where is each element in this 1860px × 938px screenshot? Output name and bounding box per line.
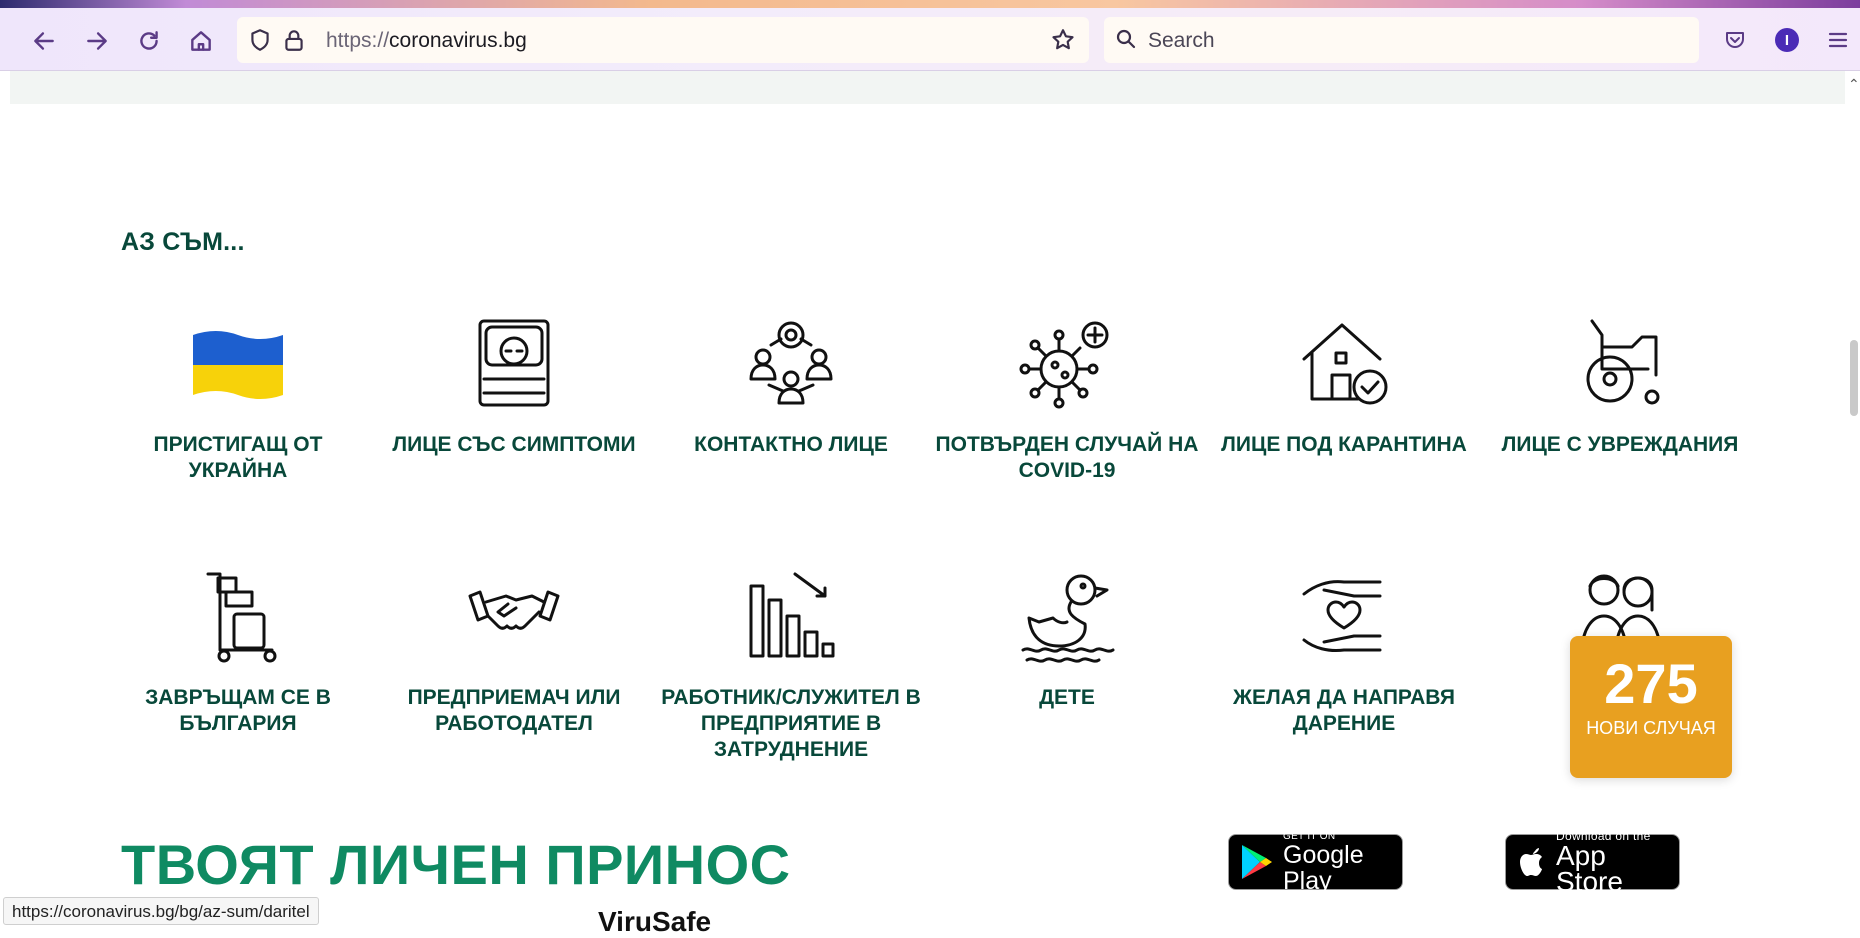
ukraine-flag-icon	[183, 308, 293, 418]
card-person-with-disabilities[interactable]: ЛИЦЕ С УВРЕЖДАНИЯ	[1485, 308, 1755, 458]
shield-icon[interactable]	[247, 27, 273, 53]
menu-icon[interactable]	[1822, 24, 1854, 56]
house-check-icon	[1289, 308, 1399, 418]
contact-network-icon	[736, 308, 846, 418]
google-play-small-text: GET IT ON	[1283, 830, 1336, 842]
sick-person-bed-icon	[459, 308, 569, 418]
apple-icon	[1518, 844, 1548, 880]
card-make-donation[interactable]: ЖЕЛАЯ ДА НАПРАВЯ ДАРЕНИЕ	[1209, 561, 1479, 737]
scrollbar-thumb[interactable]	[1850, 340, 1858, 416]
google-play-badge[interactable]: GET IT ON Google Play	[1228, 830, 1403, 894]
declining-chart-icon	[736, 561, 846, 671]
search-bar[interactable]: Search	[1104, 17, 1699, 63]
search-placeholder: Search	[1148, 29, 1215, 52]
reload-icon[interactable]	[132, 24, 166, 58]
card-label: ЗАВРЪЩАМ СЕ В БЪЛГАРИЯ	[145, 686, 331, 735]
app-store-badge[interactable]: Download on the App Store	[1505, 829, 1680, 896]
card-employee-in-distress[interactable]: РАБОТНИК/СЛУЖИТЕЛ В ПРЕДПРИЯТИЕ В ЗАТРУД…	[656, 561, 926, 763]
bookmark-star-icon[interactable]	[1050, 27, 1076, 53]
card-label: ПОТВЪРДЕН СЛУЧАЙ НА COVID-19	[935, 433, 1199, 482]
pocket-icon[interactable]	[1719, 24, 1751, 56]
google-play-icon	[1239, 843, 1273, 881]
handshake-icon	[459, 561, 569, 671]
profile-avatar[interactable]: I	[1771, 24, 1803, 56]
forward-icon[interactable]	[80, 24, 114, 58]
card-label: ЛИЦЕ С УВРЕЖДАНИЯ	[1501, 433, 1739, 456]
lock-icon[interactable]	[281, 27, 307, 53]
new-cases-widget[interactable]: 275 НОВИ СЛУЧАЯ	[1570, 636, 1732, 778]
scroll-up-icon[interactable]: ⌃	[1848, 76, 1860, 93]
virus-icon	[1012, 308, 1122, 418]
card-label: ДЕТЕ	[1039, 686, 1095, 709]
home-icon[interactable]	[184, 24, 218, 58]
wheelchair-icon	[1565, 308, 1675, 418]
card-returning-to-bulgaria[interactable]: ЗАВРЪЩАМ СЕ В БЪЛГАРИЯ	[103, 561, 373, 737]
url-bar[interactable]: https://coronavirus.bg	[237, 17, 1089, 63]
donation-hands-icon	[1289, 561, 1399, 671]
search-icon	[1114, 27, 1140, 53]
card-label: ЛИЦЕ СЪС СИМПТОМИ	[392, 433, 636, 456]
browser-toolbar: https://coronavirus.bg Search I	[0, 0, 1860, 71]
profile-initial: I	[1775, 28, 1799, 52]
cutoff-heading: ViruSafe	[598, 906, 712, 937]
card-entrepreneur-or-employer[interactable]: ПРЕДПРИЕМАЧ ИЛИ РАБОТОДАТЕЛ	[379, 561, 649, 737]
section-title: АЗ СЪМ...	[121, 228, 245, 256]
card-label: КОНТАКТНО ЛИЦЕ	[694, 433, 888, 456]
card-label: РАБОТНИК/СЛУЖИТЕЛ В ПРЕДПРИЯТИЕ В ЗАТРУД…	[661, 686, 921, 761]
card-confirmed-case[interactable]: ПОТВЪРДЕН СЛУЧАЙ НА COVID-19	[932, 308, 1202, 484]
new-cases-count: 275	[1604, 652, 1698, 715]
card-label: ПРИСТИГАЩ ОТ УКРАЙНА	[153, 433, 323, 482]
card-label: ЛИЦЕ ПОД КАРАНТИНА	[1221, 433, 1467, 456]
card-person-in-quarantine[interactable]: ЛИЦЕ ПОД КАРАНТИНА	[1209, 308, 1479, 458]
scrollbar-track[interactable]	[1845, 71, 1860, 925]
card-child[interactable]: ДЕТЕ	[932, 561, 1202, 711]
card-contact-person[interactable]: КОНТАКТНО ЛИЦЕ	[656, 308, 926, 458]
card-label: ПРЕДПРИЕМАЧ ИЛИ РАБОТОДАТЕЛ	[407, 686, 621, 735]
page-header-strip	[10, 71, 1855, 104]
google-play-big-text: Google Play	[1283, 840, 1364, 895]
url-host: coronavirus.bg	[389, 29, 527, 52]
link-status-bar: https://coronavirus.bg/bg/az-sum/daritel	[3, 897, 319, 925]
duck-icon	[1012, 561, 1122, 671]
card-arriving-from-ukraine[interactable]: ПРИСТИГАЩ ОТ УКРАЙНА	[103, 308, 373, 484]
url-protocol: https://	[326, 29, 390, 52]
promo-title: ТВОЯТ ЛИЧЕН ПРИНОС	[121, 833, 791, 896]
new-cases-label: НОВИ СЛУЧАЯ	[1586, 718, 1716, 738]
card-person-with-symptoms[interactable]: ЛИЦЕ СЪС СИМПТОМИ	[379, 308, 649, 458]
url-text[interactable]: https://coronavirus.bg	[326, 29, 527, 53]
back-icon[interactable]	[27, 24, 61, 58]
toolbar-accent	[0, 0, 1860, 8]
luggage-trolley-icon	[183, 561, 293, 671]
app-store-big-text: App Store	[1556, 840, 1623, 897]
card-label: ЖЕЛАЯ ДА НАПРАВЯ ДАРЕНИЕ	[1233, 686, 1455, 735]
